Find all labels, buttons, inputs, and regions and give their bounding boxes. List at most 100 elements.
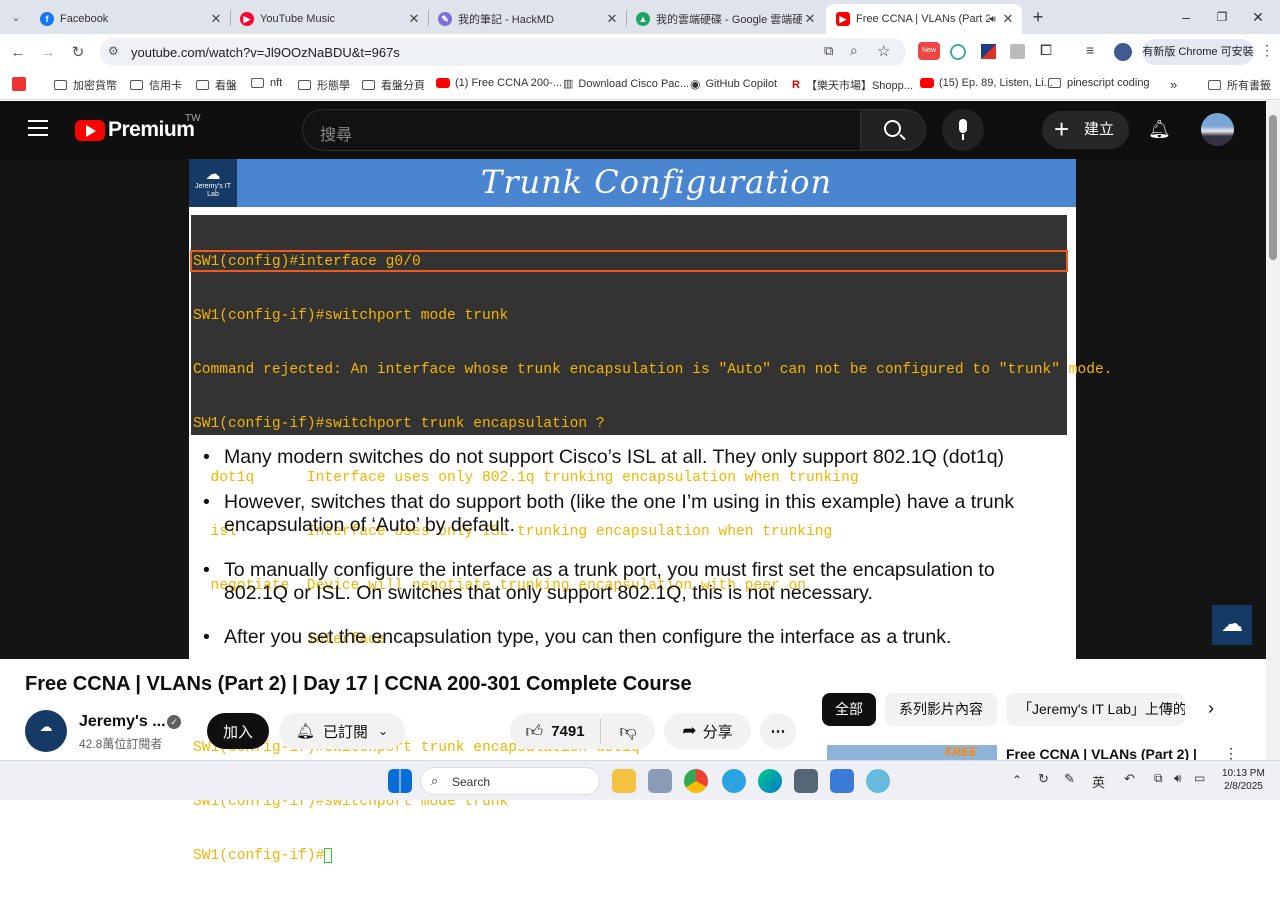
- bookmark-folder[interactable]: 信用卡: [130, 77, 182, 93]
- bookmark-folder[interactable]: 看盤: [196, 77, 237, 93]
- search-box[interactable]: 搜尋: [302, 109, 861, 151]
- more-actions-button[interactable]: ⋯: [760, 713, 796, 749]
- channel-name[interactable]: Jeremy's ...: [79, 713, 166, 731]
- close-tab-icon[interactable]: ✕: [604, 11, 620, 27]
- extension-new-icon[interactable]: New: [918, 42, 940, 60]
- dislike-button[interactable]: 👎︎: [601, 713, 655, 749]
- ime-indicator[interactable]: 英: [1092, 772, 1105, 791]
- create-button[interactable]: + 建立: [1042, 111, 1129, 149]
- search-button[interactable]: [860, 109, 926, 151]
- new-tab-button[interactable]: +: [1026, 5, 1050, 29]
- bookmark-link[interactable]: ◉ GitHub Copilot: [690, 77, 777, 91]
- like-button[interactable]: 👍︎ 7491: [510, 713, 600, 749]
- bookmark-star-icon[interactable]: ☆: [877, 42, 890, 60]
- related-video-title[interactable]: Free CCNA | VLANs (Part 2) |: [1006, 746, 1196, 760]
- chevron-right-icon[interactable]: ›: [1208, 698, 1214, 719]
- network-icon[interactable]: ⧉: [1154, 771, 1163, 786]
- url-text[interactable]: youtube.com/watch?v=Jl9OOzNaBDU&t=967s: [131, 45, 400, 60]
- close-tab-icon[interactable]: ✕: [1000, 11, 1016, 27]
- tab-search-chevron-icon[interactable]: ⌄: [4, 5, 28, 29]
- windows-start-icon[interactable]: [388, 769, 412, 793]
- battery-icon[interactable]: ▭: [1194, 771, 1205, 785]
- chip-uploads[interactable]: 「Jeremy's IT Lab」上傳的: [1006, 693, 1185, 726]
- zoom-icon[interactable]: ⌕: [850, 42, 858, 59]
- bookmark-folder[interactable]: 看盤分頁: [362, 77, 425, 93]
- clock[interactable]: 10:13 PM 2/8/2025: [1222, 767, 1265, 793]
- youtube-logo-icon[interactable]: [75, 120, 105, 141]
- notepad-icon[interactable]: [830, 769, 854, 793]
- restore-window-icon[interactable]: ❐: [1210, 5, 1234, 29]
- speaker-icon[interactable]: 🔊︎: [990, 14, 996, 25]
- file-explorer-icon[interactable]: [612, 769, 636, 793]
- address-bar[interactable]: ⚙ youtube.com/watch?v=Jl9OOzNaBDU&t=967s…: [100, 38, 906, 66]
- close-window-icon[interactable]: ✕: [1246, 5, 1270, 29]
- extension-icon[interactable]: [950, 44, 966, 60]
- chrome-icon[interactable]: [684, 769, 708, 793]
- video-slide: ☁ Jeremy's IT Lab Trunk Configuration SW…: [189, 159, 1113, 864]
- app-icon[interactable]: [648, 769, 672, 793]
- tab-youtube-music[interactable]: ▶ YouTube Music ✕: [230, 4, 428, 34]
- channel-watermark-icon[interactable]: ☁: [1212, 605, 1252, 645]
- youtube-premium-logo[interactable]: Premium: [108, 118, 195, 142]
- extension-icon[interactable]: [1010, 44, 1025, 59]
- page-scrollbar[interactable]: [1266, 101, 1280, 760]
- media-control-icon[interactable]: ≡: [1086, 42, 1094, 58]
- calculator-icon[interactable]: [794, 769, 818, 793]
- more-bookmarks-icon[interactable]: »: [1170, 77, 1177, 92]
- voice-search-button[interactable]: [942, 109, 984, 151]
- close-tab-icon[interactable]: ✕: [406, 11, 422, 27]
- bookmark-folder[interactable]: 所有書籤: [1208, 77, 1271, 93]
- folder-icon: [130, 80, 143, 90]
- chip-all[interactable]: 全部: [822, 693, 876, 726]
- ime-mode-icon[interactable]: ↶: [1124, 771, 1135, 787]
- bookmark-link[interactable]: (1) Free CCNA 200-...: [436, 77, 562, 89]
- tab-facebook[interactable]: f Facebook ✕: [30, 4, 230, 34]
- related-video-thumbnail[interactable]: FREE: [827, 745, 997, 760]
- subscribed-button[interactable]: 🔔︎ 已訂閱 ⌄: [279, 713, 405, 749]
- volume-icon[interactable]: 🔊︎: [1174, 771, 1182, 786]
- reload-icon[interactable]: ↻: [66, 40, 90, 64]
- user-avatar[interactable]: [1201, 113, 1234, 146]
- notifications-bell-icon[interactable]: 🔔︎: [1148, 119, 1171, 140]
- windows-taskbar: ⌕ Search ⌃ ↻ ✎ 英 ↶ ⧉ 🔊︎ ▭ 10:13 PM 2/8/2…: [0, 760, 1280, 800]
- forward-icon[interactable]: →: [36, 40, 60, 64]
- close-tab-icon[interactable]: ✕: [208, 11, 224, 27]
- taskbar-search[interactable]: ⌕ Search: [420, 767, 600, 795]
- cast-icon[interactable]: ⧉: [824, 43, 833, 59]
- bookmark-app-icon[interactable]: [12, 77, 26, 91]
- scrollbar-thumb[interactable]: [1269, 115, 1277, 260]
- bookmark-link[interactable]: ▥ Download Cisco Pac...: [563, 77, 689, 91]
- bookmark-folder[interactable]: pinescript coding: [1048, 77, 1150, 89]
- share-button[interactable]: ➦ 分享: [664, 713, 751, 749]
- extension-icon[interactable]: [981, 44, 996, 59]
- bookmark-folder[interactable]: nft: [251, 77, 282, 89]
- minimize-window-icon[interactable]: –: [1174, 5, 1198, 29]
- channel-avatar[interactable]: ☁: [25, 710, 67, 752]
- close-tab-icon[interactable]: ✕: [802, 11, 818, 27]
- telegram-icon[interactable]: [722, 769, 746, 793]
- folder-icon: [1048, 78, 1061, 88]
- search-input[interactable]: 搜尋: [320, 121, 352, 145]
- tray-chevron-up-icon[interactable]: ⌃: [1012, 773, 1022, 787]
- chip-series[interactable]: 系列影片內容: [885, 693, 997, 726]
- tab-hackmd[interactable]: ✎ 我的筆記 - HackMD ✕: [428, 4, 626, 34]
- bookmark-link[interactable]: R 【樂天市場】Shopp...: [792, 77, 913, 93]
- bookmark-folder[interactable]: 加密貨幣: [54, 77, 117, 93]
- bookmark-link[interactable]: (15) Ep. 89, Listen, Li...: [920, 77, 1053, 89]
- tab-youtube-video[interactable]: ▶ Free CCNA | VLANs (Part 2) 🔊︎ ✕: [826, 4, 1022, 34]
- video-player[interactable]: ☁ Jeremy's IT Lab Trunk Configuration SW…: [0, 159, 1266, 864]
- hamburger-menu-icon[interactable]: [28, 120, 48, 138]
- menu-kebab-icon[interactable]: ⋮: [1260, 42, 1274, 59]
- sync-icon[interactable]: ↻: [1038, 771, 1049, 787]
- site-info-icon[interactable]: ⚙: [108, 44, 119, 58]
- tab-google-drive[interactable]: ▲ 我的雲端硬碟 - Google 雲端硬碟 ✕: [626, 4, 824, 34]
- profile-avatar[interactable]: [1114, 43, 1132, 61]
- app-icon[interactable]: [866, 769, 890, 793]
- back-icon[interactable]: ←: [6, 40, 30, 64]
- bookmark-folder[interactable]: 形態學: [298, 77, 350, 93]
- chrome-update-button[interactable]: 有新版 Chrome 可安裝: [1142, 39, 1254, 65]
- extensions-puzzle-icon[interactable]: ⧠: [1040, 42, 1052, 59]
- join-button[interactable]: 加入: [207, 713, 269, 749]
- pen-icon[interactable]: ✎: [1064, 771, 1075, 787]
- edge-icon[interactable]: [758, 769, 782, 793]
